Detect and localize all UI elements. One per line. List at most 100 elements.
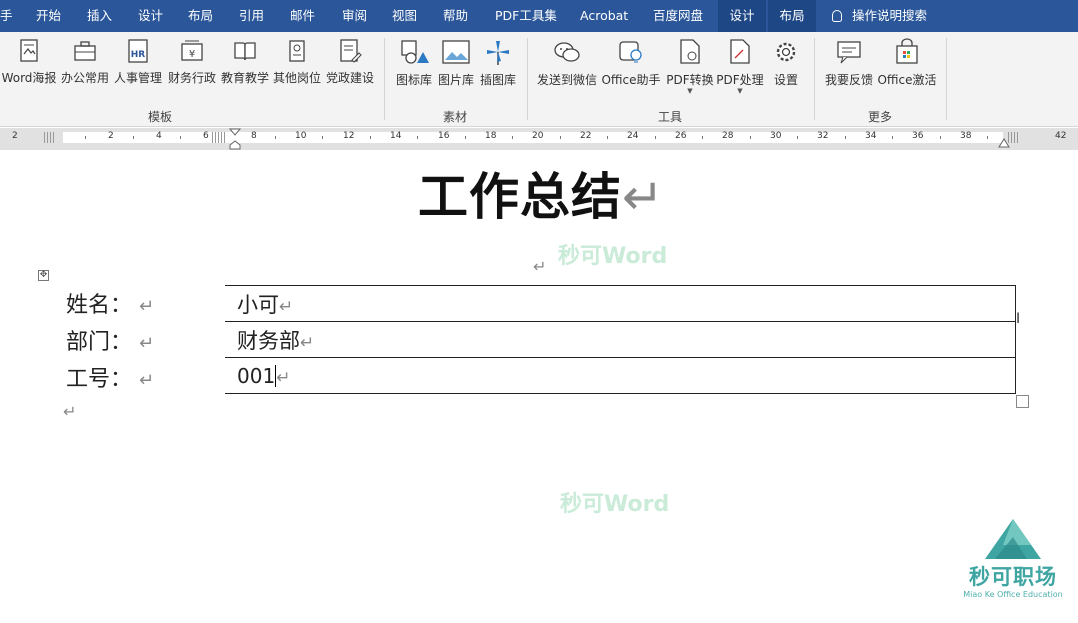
tab-mailings[interactable]: 邮件 bbox=[290, 0, 315, 32]
document-edit-icon bbox=[340, 39, 362, 63]
illustration-library-button[interactable]: 插图库 bbox=[478, 38, 518, 98]
office-common-button[interactable]: 办公常用 bbox=[60, 38, 110, 98]
ruler-tick bbox=[607, 136, 608, 139]
group-separator bbox=[527, 38, 528, 120]
cell-value: 小可 bbox=[237, 292, 279, 317]
picture-library-button[interactable]: 图片库 bbox=[436, 38, 476, 98]
group-label-tools: 工具 bbox=[658, 110, 683, 124]
pdf-convert-button[interactable]: PDF转换 ▼ bbox=[664, 38, 716, 98]
table-cell-employee-id[interactable]: 001↵ bbox=[225, 357, 1016, 394]
shapes-icon bbox=[401, 40, 429, 64]
ruler-tick bbox=[180, 136, 181, 139]
table-resize-handle[interactable] bbox=[1016, 395, 1029, 408]
send-to-wechat-label: 发送到微信 bbox=[536, 73, 597, 87]
table-move-handle-icon[interactable]: ✥ bbox=[38, 270, 49, 281]
pdf-convert-icon bbox=[680, 39, 700, 64]
paragraph-mark: ↵ bbox=[279, 296, 294, 317]
office-activate-button[interactable]: Office激活 bbox=[877, 38, 937, 98]
ruler-number: 24 bbox=[627, 131, 639, 141]
document-page[interactable]: 工作总结↵ 秒可Word ↵ ✥ 姓名： ↵ 部门： ↵ 工号： ↵ 小可↵ 财… bbox=[0, 150, 1078, 623]
settings-button[interactable]: 设置 bbox=[768, 38, 804, 98]
ruler-number: 34 bbox=[865, 131, 877, 141]
poster-icon bbox=[20, 39, 38, 62]
ruler-number: 10 bbox=[295, 131, 307, 141]
table-cell-name[interactable]: 小可↵ bbox=[225, 285, 1016, 322]
field-label-text: 部门： bbox=[66, 330, 133, 355]
hr-management-button[interactable]: HR 人事管理 bbox=[112, 38, 164, 98]
office-common-label: 办公常用 bbox=[60, 71, 109, 85]
feedback-button[interactable]: 我要反馈 bbox=[823, 38, 875, 98]
tab-file-partial[interactable]: 手 bbox=[0, 0, 13, 32]
picture-library-label: 图片库 bbox=[437, 73, 474, 87]
feedback-icon bbox=[837, 41, 861, 64]
education-label: 教育教学 bbox=[220, 71, 269, 85]
tab-view[interactable]: 视图 bbox=[392, 0, 417, 32]
tab-review[interactable]: 审阅 bbox=[342, 0, 367, 32]
ruler-tick bbox=[512, 136, 513, 139]
tab-layout[interactable]: 布局 bbox=[188, 0, 213, 32]
column-marker[interactable] bbox=[212, 132, 226, 143]
icon-library-button[interactable]: 图标库 bbox=[394, 38, 434, 98]
education-button[interactable]: 教育教学 bbox=[219, 38, 271, 98]
ribbon-tab-bar: 手 开始 插入 设计 布局 引用 邮件 审阅 视图 帮助 PDF工具集 Acro… bbox=[0, 0, 1078, 32]
field-label-text: 工号： bbox=[66, 367, 133, 392]
tab-references[interactable]: 引用 bbox=[239, 0, 264, 32]
tab-table-layout[interactable]: 布局 bbox=[768, 0, 816, 32]
ruler-tick bbox=[750, 136, 751, 139]
ruler-tick bbox=[892, 136, 893, 139]
windmill-icon bbox=[487, 41, 509, 65]
group-label-more: 更多 bbox=[868, 110, 893, 124]
ruler-number: 14 bbox=[390, 131, 402, 141]
finance-admin-button[interactable]: ¥ 财务行政 bbox=[166, 38, 218, 98]
tell-me-label: 操作说明搜索 bbox=[852, 8, 928, 23]
open-book-icon bbox=[234, 42, 256, 61]
ruler-number: 26 bbox=[675, 131, 687, 141]
ruler-tick bbox=[940, 136, 941, 139]
chevron-down-icon: ▼ bbox=[737, 87, 743, 95]
tab-pdf-tools[interactable]: PDF工具集 bbox=[495, 0, 557, 32]
indent-marker-icon[interactable] bbox=[229, 128, 241, 150]
group-separator bbox=[946, 38, 947, 120]
ruler-tick bbox=[987, 136, 988, 139]
cell-value: 财务部 bbox=[237, 328, 300, 353]
paragraph-mark: ↵ bbox=[139, 333, 155, 354]
party-building-button[interactable]: 党政建设 bbox=[324, 38, 376, 98]
office-activate-label: Office激活 bbox=[877, 73, 937, 87]
document-title[interactable]: 工作总结↵ bbox=[418, 165, 665, 229]
ruler-number: 38 bbox=[960, 131, 972, 141]
paragraph-mark: ↵ bbox=[276, 367, 291, 388]
other-positions-button[interactable]: 其他岗位 bbox=[271, 38, 323, 98]
tab-baidu-netdisk[interactable]: 百度网盘 bbox=[653, 0, 703, 32]
pdf-process-button[interactable]: PDF处理 ▼ bbox=[715, 38, 765, 98]
ruler-number: 16 bbox=[438, 131, 450, 141]
settings-label: 设置 bbox=[773, 73, 798, 87]
ruler-tick bbox=[275, 136, 276, 139]
tab-home[interactable]: 开始 bbox=[36, 0, 61, 32]
word-poster-button[interactable]: Word海报 bbox=[0, 38, 58, 98]
table-cell-department[interactable]: 财务部↵ bbox=[225, 321, 1016, 358]
tab-help[interactable]: 帮助 bbox=[443, 0, 468, 32]
column-marker[interactable] bbox=[44, 132, 56, 143]
illustration-library-label: 插图库 bbox=[479, 73, 516, 87]
tab-design[interactable]: 设计 bbox=[138, 0, 163, 32]
word-poster-label: Word海报 bbox=[1, 71, 57, 85]
paragraph-mark: ↵ bbox=[139, 296, 155, 317]
ruler-tick bbox=[845, 136, 846, 139]
tab-table-design[interactable]: 设计 bbox=[718, 0, 766, 32]
send-to-wechat-button[interactable]: 发送到微信 bbox=[536, 38, 598, 98]
table-row: 财务部↵ bbox=[225, 321, 1016, 358]
tab-acrobat[interactable]: Acrobat bbox=[580, 0, 628, 32]
office-assistant-button[interactable]: Office助手 bbox=[600, 38, 662, 98]
ruler-number: 2 bbox=[108, 131, 114, 141]
paragraph-mark: ↵ bbox=[533, 257, 547, 276]
group-label-templates: 模板 bbox=[148, 110, 173, 124]
column-marker[interactable] bbox=[1008, 132, 1020, 143]
tell-me-search[interactable]: 操作说明搜索 bbox=[832, 0, 927, 32]
table-row: 001↵ bbox=[225, 357, 1016, 394]
group-separator bbox=[384, 38, 385, 120]
wechat-icon bbox=[554, 42, 580, 62]
paragraph-mark: ↵ bbox=[63, 402, 77, 421]
horizontal-ruler[interactable]: 2 2 4 6 8 10 12 14 16 18 20 22 24 26 28 … bbox=[0, 128, 1078, 150]
tab-insert[interactable]: 插入 bbox=[87, 0, 112, 32]
title-text: 工作总结 bbox=[418, 167, 622, 226]
